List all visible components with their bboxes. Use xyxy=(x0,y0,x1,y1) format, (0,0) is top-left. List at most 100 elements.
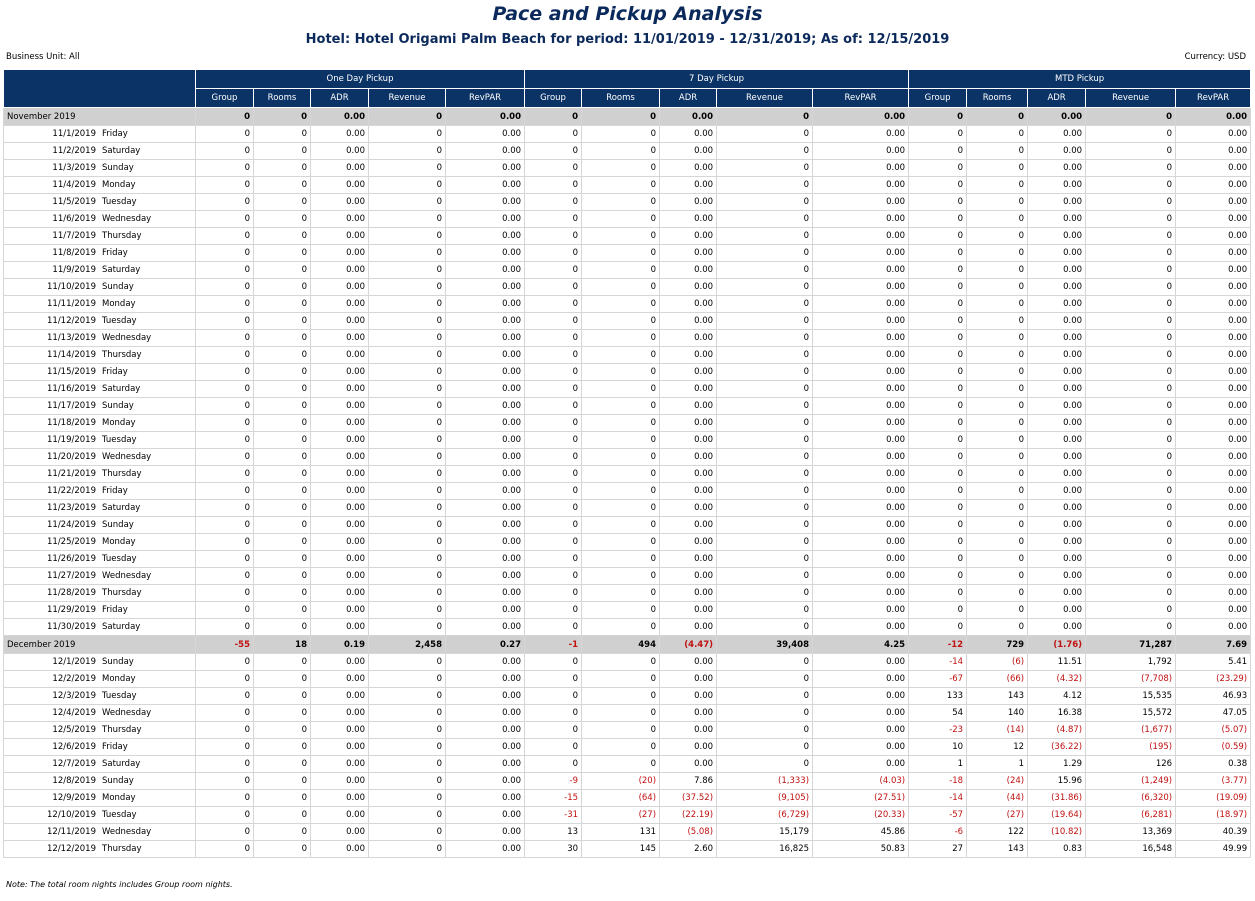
value-cell: 0 xyxy=(253,738,311,756)
value-cell: (24) xyxy=(966,772,1029,790)
month-total-cell: 0 xyxy=(195,107,254,126)
table-row: 11/16/2019 Saturday 0 0 0.00 0 0.00 0 0 0.00 0 0.00… xyxy=(3,380,1252,398)
value-cell: 0.00 xyxy=(444,806,526,824)
value-cell: 0 xyxy=(581,653,661,671)
value-cell: (7,708) xyxy=(1085,670,1177,688)
value-cell: 0.00 xyxy=(444,397,526,415)
date-cell: 11/19/2019 Tuesday xyxy=(3,431,196,449)
row-date: 11/9/2019 xyxy=(52,265,96,275)
value-cell: 0.00 xyxy=(1175,533,1252,551)
currency-label: Currency: USD xyxy=(1184,52,1246,62)
value-cell: 7.86 xyxy=(659,772,718,790)
value-cell: 0 xyxy=(368,295,446,313)
row-weekday: Tuesday xyxy=(102,554,137,564)
value-cell: 0.00 xyxy=(812,687,910,705)
value-cell: 54 xyxy=(908,704,968,722)
value-cell: 0 xyxy=(253,618,311,636)
value-cell: 0.00 xyxy=(444,789,526,807)
value-cell: 0 xyxy=(253,176,311,194)
value-cell: 0 xyxy=(195,414,254,432)
table-row: 11/22/2019 Friday 0 0 0.00 0 0.00 0 0 0.00 0 0.00 0 0… xyxy=(3,482,1252,500)
value-cell: 0 xyxy=(368,516,446,534)
row-date: 11/28/2019 xyxy=(47,588,96,598)
row-date: 11/13/2019 xyxy=(47,333,96,343)
date-cell: 11/1/2019 Friday xyxy=(3,125,196,143)
value-cell: 0 xyxy=(966,261,1029,279)
month-total-cell: 0 xyxy=(581,107,661,126)
value-cell: 0.00 xyxy=(1175,499,1252,517)
value-cell: 0 xyxy=(908,312,968,330)
value-cell: 0.00 xyxy=(310,465,369,483)
business-unit-label: Business Unit: All xyxy=(6,52,80,62)
table-row: 12/6/2019 Friday 0 0 0.00 0 0.00 0 0 0.00 0 0.00 10 1… xyxy=(3,738,1252,756)
value-cell: 0 xyxy=(908,346,968,364)
sub-header-adr: ADR xyxy=(659,88,718,108)
value-cell: 0.00 xyxy=(1027,397,1087,415)
value-cell: 0 xyxy=(966,278,1029,296)
value-cell: 0 xyxy=(966,431,1029,449)
row-date: 11/16/2019 xyxy=(47,384,96,394)
value-cell: 16,548 xyxy=(1085,840,1177,858)
group-header-seven-day: 7 Day Pickup xyxy=(524,69,910,89)
date-cell: 11/15/2019 Friday xyxy=(3,363,196,381)
value-cell: 0.00 xyxy=(1027,465,1087,483)
value-cell: 0 xyxy=(368,227,446,245)
value-cell: 0.00 xyxy=(310,704,369,722)
sub-header-adr: ADR xyxy=(1027,88,1087,108)
value-cell: 0 xyxy=(524,227,583,245)
value-cell: 0.00 xyxy=(812,261,910,279)
value-cell: 0.00 xyxy=(659,380,718,398)
report-subtitle: Hotel: Hotel Origami Palm Beach for peri… xyxy=(305,32,950,47)
value-cell: 0 xyxy=(581,721,661,739)
value-cell: 0.00 xyxy=(659,278,718,296)
value-cell: 0 xyxy=(908,210,968,228)
value-cell: 0.00 xyxy=(310,755,369,773)
table-row: 11/5/2019 Tuesday 0 0 0.00 0 0.00 0 0 0.00 0 0.00 0 0… xyxy=(3,193,1252,211)
value-cell: 0 xyxy=(368,567,446,585)
row-weekday: Thursday xyxy=(102,231,142,241)
value-cell: 0.00 xyxy=(1027,193,1087,211)
value-cell: 0 xyxy=(716,159,814,177)
value-cell: 0 xyxy=(966,176,1029,194)
value-cell: (9,105) xyxy=(716,789,814,807)
value-cell: 0 xyxy=(195,704,254,722)
value-cell: 0 xyxy=(581,687,661,705)
value-cell: 0 xyxy=(1085,346,1177,364)
value-cell: 0 xyxy=(253,806,311,824)
value-cell: 0.00 xyxy=(812,397,910,415)
value-cell: 0 xyxy=(524,414,583,432)
value-cell: 0 xyxy=(524,142,583,160)
value-cell: 0.00 xyxy=(659,755,718,773)
value-cell: 0 xyxy=(966,142,1029,160)
value-cell: 0.00 xyxy=(659,448,718,466)
row-weekday: Sunday xyxy=(102,776,134,786)
value-cell: 0 xyxy=(1085,193,1177,211)
row-date: 11/11/2019 xyxy=(47,299,96,309)
value-cell: 0 xyxy=(1085,312,1177,330)
value-cell: 0.00 xyxy=(310,193,369,211)
value-cell: 143 xyxy=(966,687,1029,705)
value-cell: 133 xyxy=(908,687,968,705)
table-row: 11/28/2019 Thursday 0 0 0.00 0 0.00 0 0 0.00 0 0.00… xyxy=(3,584,1252,602)
value-cell: 0.00 xyxy=(812,431,910,449)
row-weekday: Monday xyxy=(102,299,136,309)
value-cell: 0 xyxy=(966,550,1029,568)
value-cell: 0 xyxy=(716,312,814,330)
row-weekday: Monday xyxy=(102,793,136,803)
row-date: 11/27/2019 xyxy=(47,571,96,581)
value-cell: 0 xyxy=(195,499,254,517)
value-cell: 0 xyxy=(716,516,814,534)
value-cell: 0 xyxy=(966,567,1029,585)
value-cell: 0.00 xyxy=(1027,346,1087,364)
value-cell: 0.00 xyxy=(310,295,369,313)
value-cell: 0 xyxy=(581,448,661,466)
value-cell: 0.00 xyxy=(1175,312,1252,330)
value-cell: 0 xyxy=(253,550,311,568)
row-weekday: Friday xyxy=(102,742,128,752)
value-cell: 0 xyxy=(966,414,1029,432)
value-cell: 0.00 xyxy=(1175,227,1252,245)
date-cell: 11/10/2019 Sunday xyxy=(3,278,196,296)
value-cell: 0 xyxy=(368,431,446,449)
table-row: 11/20/2019 Wednesday 0 0 0.00 0 0.00 0 0 0.00 0 0.0… xyxy=(3,448,1252,466)
value-cell: 0 xyxy=(716,584,814,602)
